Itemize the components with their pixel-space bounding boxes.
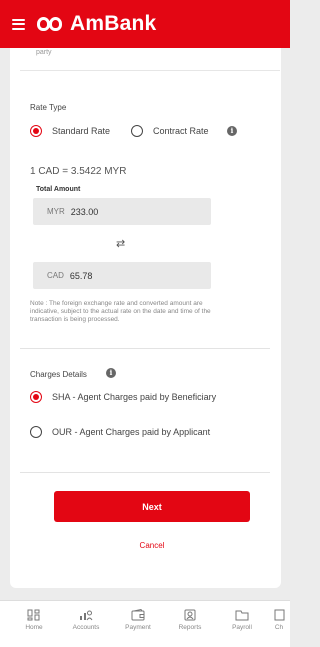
cut-off-icon bbox=[274, 609, 285, 621]
myr-amount-field[interactable]: MYR 233.00 bbox=[33, 198, 211, 225]
nav-reports-label: Reports bbox=[178, 624, 202, 631]
app-header: AmBank bbox=[0, 0, 290, 48]
fx-disclaimer-note: Note : The foreign exchange rate and con… bbox=[30, 300, 211, 323]
our-charges-label[interactable]: OUR - Agent Charges paid by Applicant bbox=[52, 427, 210, 437]
home-icon bbox=[27, 609, 40, 621]
myr-amount-value: 233.00 bbox=[70, 206, 99, 217]
nav-home[interactable]: Home bbox=[12, 609, 56, 631]
divider bbox=[20, 70, 280, 71]
nav-cut-off-item[interactable]: Ch bbox=[268, 609, 290, 631]
total-amount-label: Total Amount bbox=[36, 186, 81, 193]
myr-currency-label: MYR bbox=[47, 207, 65, 216]
nav-accounts[interactable]: Accounts bbox=[64, 609, 108, 631]
contract-rate-label[interactable]: Contract Rate bbox=[153, 126, 209, 136]
swap-currency-icon[interactable]: ⇄ bbox=[116, 237, 125, 250]
standard-rate-label[interactable]: Standard Rate bbox=[52, 126, 110, 136]
our-charges-radio[interactable] bbox=[30, 426, 42, 438]
nav-home-label: Home bbox=[25, 624, 43, 631]
cad-currency-label: CAD bbox=[47, 271, 64, 280]
nav-reports[interactable]: Reports bbox=[168, 609, 212, 631]
charges-details-label: Charges Details bbox=[30, 370, 87, 379]
cad-amount-field[interactable]: CAD 65.78 bbox=[33, 262, 211, 289]
nav-accounts-label: Accounts bbox=[72, 624, 100, 631]
menu-icon[interactable] bbox=[12, 18, 25, 30]
cut-off-text: party bbox=[36, 49, 52, 56]
charges-info-icon[interactable]: i bbox=[106, 368, 116, 378]
payment-icon bbox=[131, 609, 145, 621]
nav-cut-off-label: Ch bbox=[274, 624, 284, 631]
brand-name: AmBank bbox=[70, 12, 157, 35]
contract-rate-radio[interactable] bbox=[131, 125, 143, 137]
nav-payroll-label: Payroll bbox=[232, 624, 252, 631]
rate-type-label: Rate Type bbox=[30, 103, 67, 112]
contract-rate-info-icon[interactable]: i bbox=[227, 126, 237, 136]
divider bbox=[20, 472, 270, 473]
sha-charges-label[interactable]: SHA - Agent Charges paid by Beneficiary bbox=[52, 392, 216, 402]
ambank-logo-icon bbox=[37, 15, 65, 33]
bottom-nav: Home Accounts Payment Reports Payroll Ch bbox=[0, 600, 290, 647]
reports-icon bbox=[184, 609, 196, 621]
payroll-icon bbox=[235, 610, 249, 621]
divider bbox=[20, 348, 270, 349]
next-button[interactable]: Next bbox=[54, 491, 250, 522]
standard-rate-radio[interactable] bbox=[30, 125, 42, 137]
nav-payment-label: Payment bbox=[125, 624, 151, 631]
nav-payment[interactable]: Payment bbox=[116, 609, 160, 631]
nav-payroll[interactable]: Payroll bbox=[220, 609, 264, 631]
cad-amount-value: 65.78 bbox=[69, 270, 93, 281]
cancel-link[interactable]: Cancel bbox=[54, 541, 250, 550]
accounts-icon bbox=[80, 610, 93, 621]
sha-charges-radio[interactable] bbox=[30, 391, 42, 403]
exchange-rate-text: 1 CAD = 3.5422 MYR bbox=[30, 166, 127, 177]
